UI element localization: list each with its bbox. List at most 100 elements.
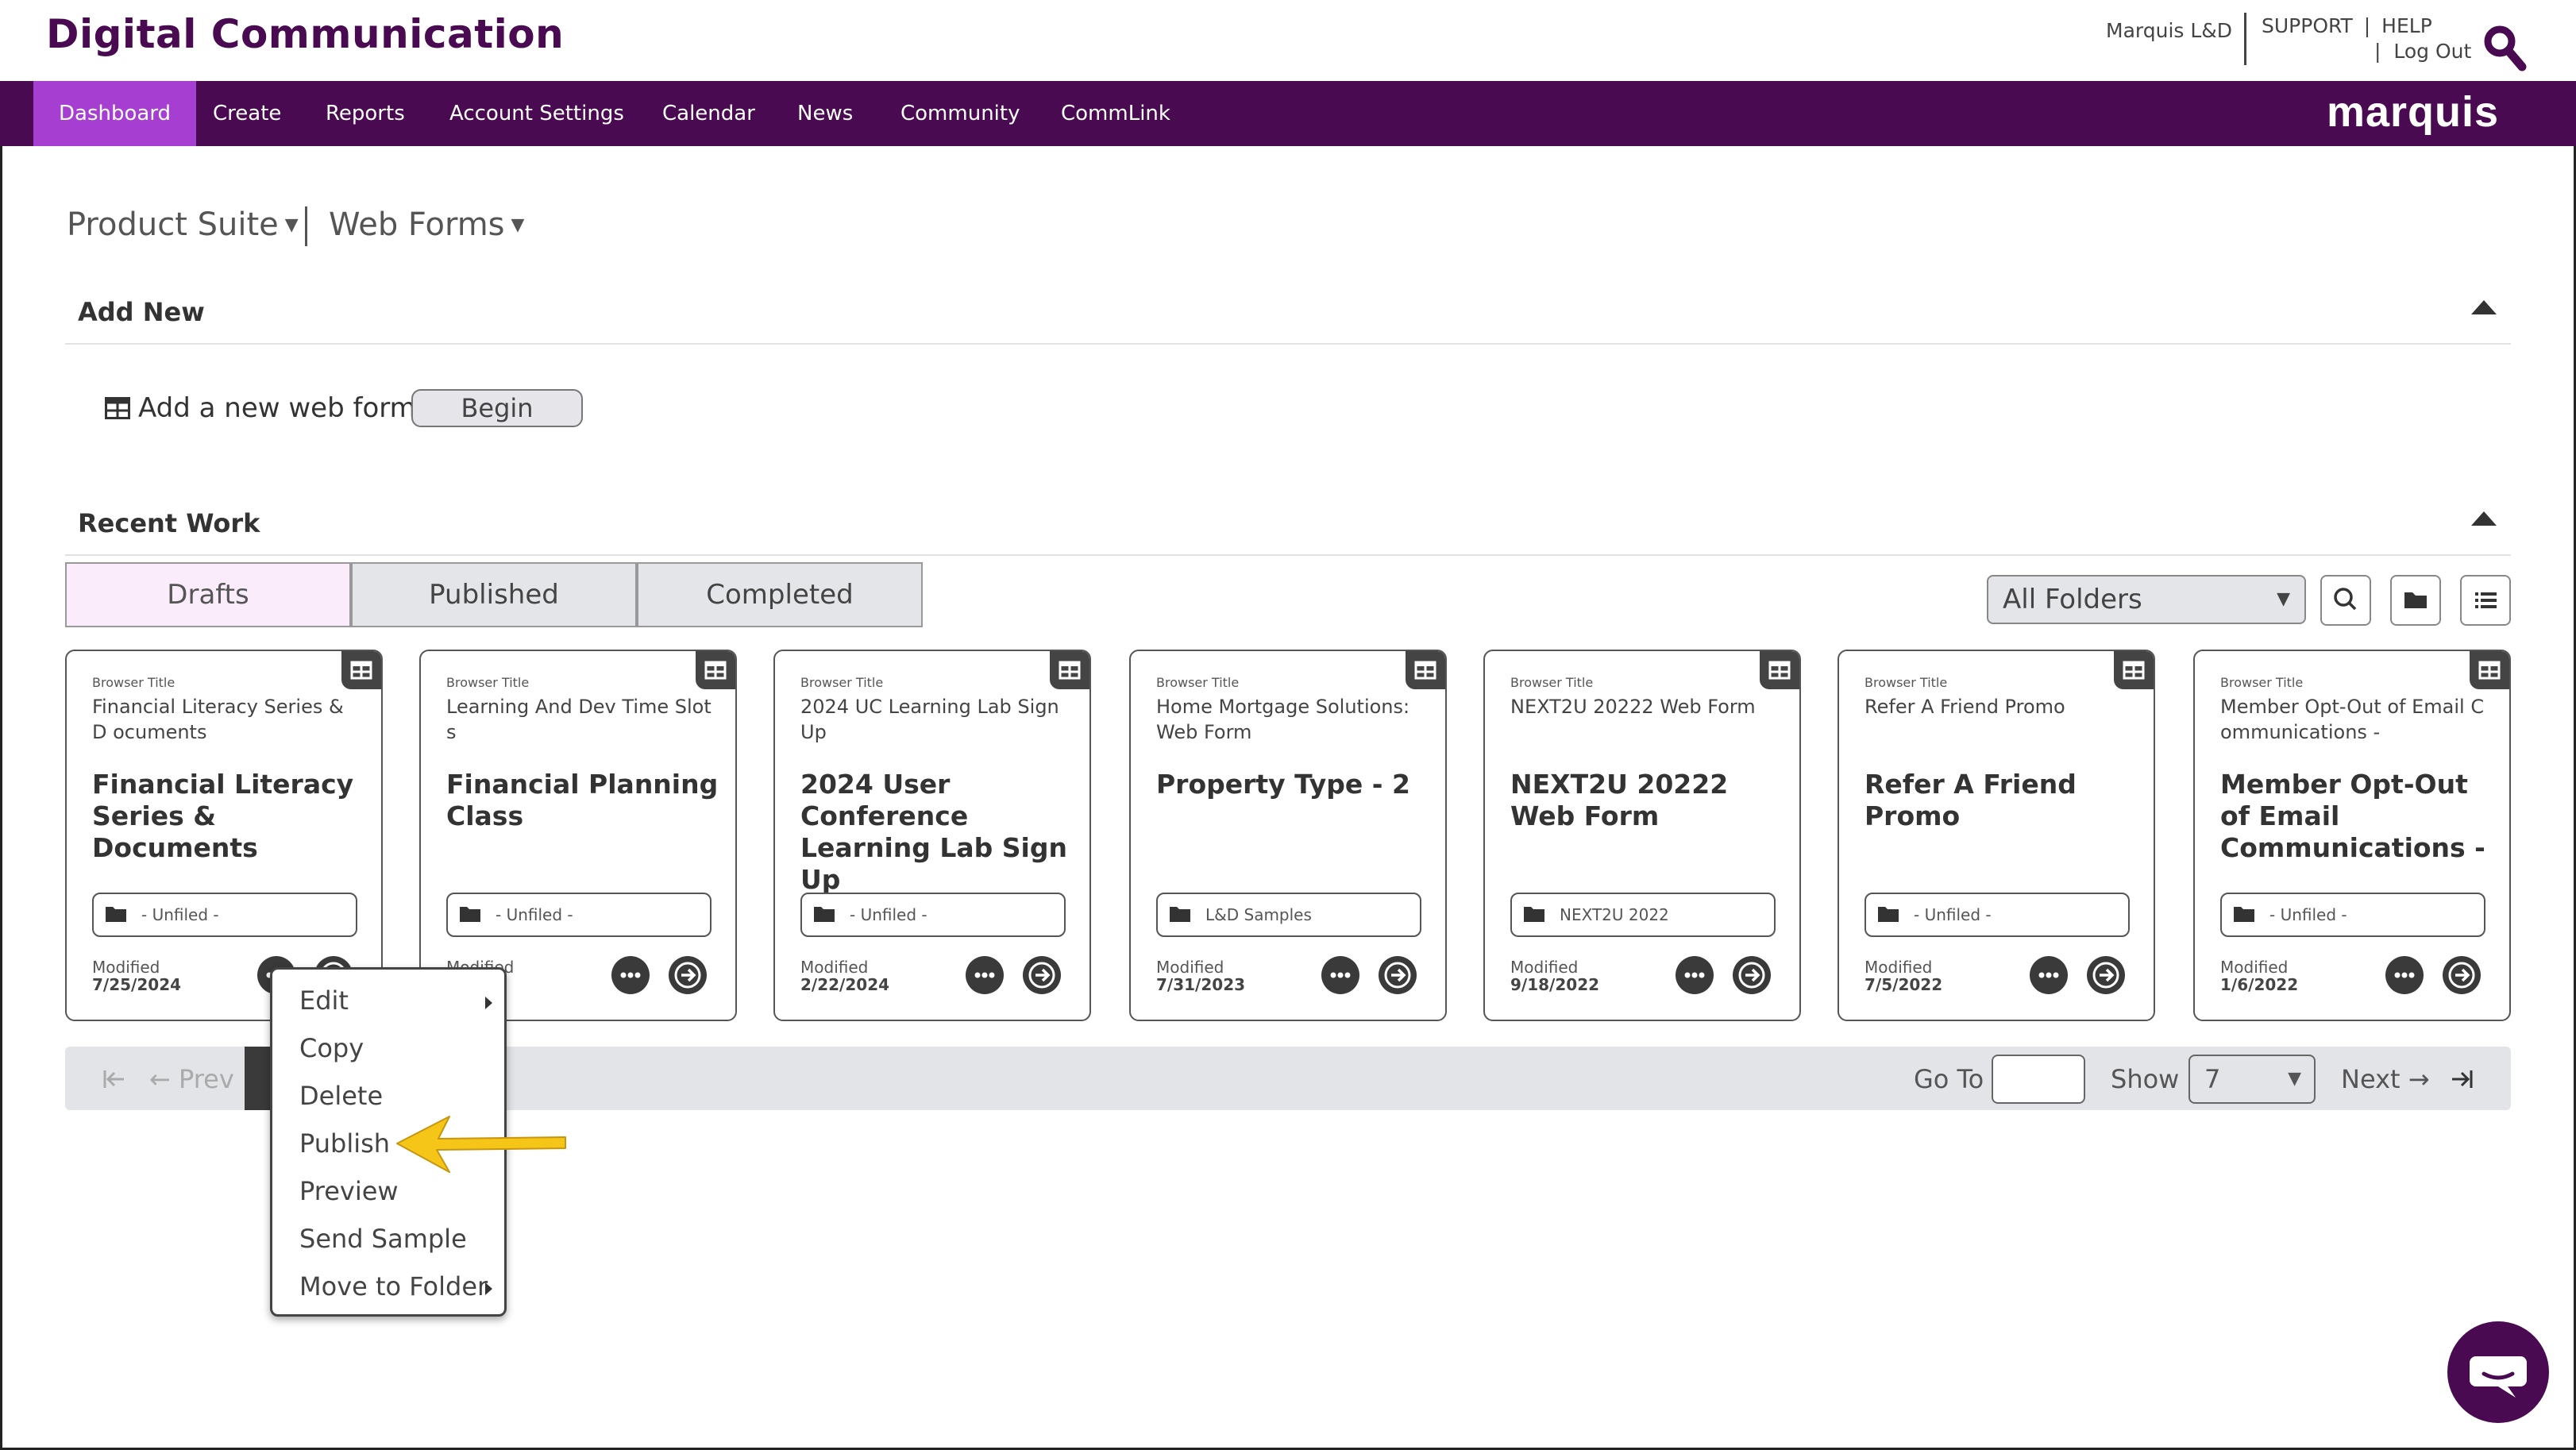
page-size-select[interactable]: 7 ▼ bbox=[2188, 1055, 2316, 1104]
menu-item-move-to-folder[interactable]: Move to Folder bbox=[299, 1271, 488, 1302]
main-nav: Dashboard Create Reports Account Setting… bbox=[0, 81, 2576, 146]
form-name: Member Opt-Out of Email Communications - bbox=[2220, 769, 2485, 863]
nav-reports[interactable]: Reports bbox=[300, 81, 430, 146]
last-page-icon[interactable] bbox=[2447, 1066, 2476, 1093]
menu-item-preview[interactable]: Preview bbox=[299, 1176, 399, 1206]
support-link[interactable]: SUPPORT bbox=[2262, 14, 2353, 37]
ellipsis-icon bbox=[2038, 972, 2059, 978]
nav-account-settings[interactable]: Account Settings bbox=[424, 81, 650, 146]
folder-filter-select[interactable]: All Folders ▼ bbox=[1987, 575, 2306, 624]
folder-icon bbox=[1878, 907, 1899, 922]
menu-item-delete[interactable]: Delete bbox=[299, 1081, 383, 1111]
open-form-button[interactable] bbox=[2087, 956, 2125, 994]
menu-item-send-sample[interactable]: Send Sample bbox=[299, 1224, 467, 1254]
arrow-right-icon bbox=[1738, 962, 1765, 989]
more-options-button[interactable] bbox=[966, 956, 1004, 994]
form-card[interactable]: Browser Title Financial Literacy Series … bbox=[65, 650, 383, 1021]
app-header: Digital Communication Marquis L&D SUPPOR… bbox=[0, 0, 2576, 81]
more-options-button[interactable] bbox=[1321, 956, 1359, 994]
prev-page-link[interactable]: ← Prev bbox=[149, 1064, 234, 1094]
prev-label: Prev bbox=[178, 1064, 234, 1094]
modified-label: Modified bbox=[92, 958, 160, 977]
logout-link[interactable]: Log Out bbox=[2393, 40, 2471, 63]
nav-news[interactable]: News bbox=[772, 81, 878, 146]
more-options-button[interactable] bbox=[2385, 956, 2424, 994]
form-card[interactable]: Browser Title Home Mortgage Solutions: W… bbox=[1129, 650, 1447, 1021]
tab-drafts[interactable]: Drafts bbox=[65, 562, 351, 627]
search-icon[interactable] bbox=[2482, 24, 2527, 71]
tab-published[interactable]: Published bbox=[351, 562, 637, 627]
browser-title-label: Browser Title bbox=[92, 675, 175, 690]
form-card[interactable]: Browser Title Member Opt-Out of Email C … bbox=[2193, 650, 2511, 1021]
menu-item-publish[interactable]: Publish bbox=[299, 1128, 390, 1159]
open-form-button[interactable] bbox=[1023, 956, 1061, 994]
chat-bubble-icon bbox=[2470, 1356, 2527, 1398]
browser-title: Refer A Friend Promo bbox=[1865, 696, 2065, 718]
collapse-up-icon[interactable] bbox=[2471, 300, 2497, 314]
ellipsis-icon bbox=[2394, 972, 2415, 978]
nav-create[interactable]: Create bbox=[187, 81, 307, 146]
open-form-button[interactable] bbox=[1379, 956, 1417, 994]
caret-down-icon: ▼ bbox=[2277, 589, 2290, 609]
form-card[interactable]: Browser Title NEXT2U 20222 Web Form NEXT… bbox=[1483, 650, 1801, 1021]
callout-arrow-icon bbox=[396, 1116, 566, 1173]
folder-tag[interactable]: L&D Samples bbox=[1156, 893, 1421, 937]
folder-tag[interactable]: - Unfiled - bbox=[800, 893, 1066, 937]
goto-page-input[interactable] bbox=[1992, 1055, 2085, 1104]
breadcrumb-divider bbox=[305, 206, 307, 246]
table-icon bbox=[1406, 651, 1445, 689]
open-form-button[interactable] bbox=[2443, 956, 2481, 994]
help-link[interactable]: HELP bbox=[2381, 14, 2432, 37]
chat-button[interactable] bbox=[2447, 1321, 2549, 1423]
caret-down-icon: ▼ bbox=[511, 215, 525, 235]
browser-title-label: Browser Title bbox=[1156, 675, 1240, 690]
tab-completed[interactable]: Completed bbox=[637, 562, 923, 627]
add-web-form-row: Add a new web form bbox=[105, 392, 416, 424]
modified-label: Modified bbox=[1156, 958, 1224, 977]
nav-dashboard[interactable]: Dashboard bbox=[33, 81, 197, 146]
nav-community[interactable]: Community bbox=[875, 81, 1045, 146]
menu-item-copy[interactable]: Copy bbox=[299, 1033, 364, 1063]
folder-icon bbox=[814, 907, 835, 922]
user-name[interactable]: Marquis L&D bbox=[2106, 19, 2232, 42]
next-page-link[interactable]: Next → bbox=[2341, 1064, 2430, 1094]
first-page-icon[interactable] bbox=[100, 1066, 129, 1093]
nav-calendar[interactable]: Calendar bbox=[637, 81, 781, 146]
folder-tag[interactable]: - Unfiled - bbox=[92, 893, 357, 937]
header-divider bbox=[2244, 13, 2246, 65]
product-suite-dropdown[interactable]: Product Suite ▼ bbox=[67, 206, 299, 243]
folder-icon bbox=[2234, 907, 2254, 922]
arrow-right-icon bbox=[2448, 962, 2475, 989]
table-icon bbox=[2470, 651, 2509, 689]
more-options-button[interactable] bbox=[2030, 956, 2068, 994]
more-options-button[interactable] bbox=[611, 956, 650, 994]
form-card[interactable]: Browser Title Refer A Friend Promo Refer… bbox=[1838, 650, 2155, 1021]
folder-tag[interactable]: NEXT2U 2022 bbox=[1510, 893, 1776, 937]
search-button[interactable] bbox=[2320, 575, 2371, 626]
web-forms-dropdown[interactable]: Web Forms ▼ bbox=[329, 206, 524, 243]
form-name: Refer A Friend Promo bbox=[1865, 769, 2077, 831]
more-options-button[interactable] bbox=[1676, 956, 1714, 994]
list-view-button[interactable] bbox=[2460, 575, 2511, 626]
browser-title-label: Browser Title bbox=[2220, 675, 2304, 690]
modified-date: 2/22/2024 bbox=[800, 975, 890, 994]
open-form-button[interactable] bbox=[669, 956, 707, 994]
caret-down-icon: ▼ bbox=[2288, 1069, 2301, 1089]
begin-button[interactable]: Begin bbox=[411, 389, 583, 427]
page-size-value: 7 bbox=[2204, 1064, 2221, 1094]
folder-tag[interactable]: - Unfiled - bbox=[2220, 893, 2485, 937]
folder-name: - Unfiled - bbox=[496, 905, 573, 924]
folder-filter-value: All Folders bbox=[2003, 584, 2142, 615]
section-divider bbox=[65, 554, 2511, 556]
form-card[interactable]: Browser Title 2024 UC Learning Lab Sign … bbox=[773, 650, 1091, 1021]
show-label: Show bbox=[2111, 1064, 2180, 1094]
folder-icon bbox=[1524, 907, 1544, 922]
collapse-up-icon[interactable] bbox=[2471, 511, 2497, 526]
menu-item-edit[interactable]: Edit bbox=[299, 985, 349, 1016]
folder-tag[interactable]: - Unfiled - bbox=[446, 893, 711, 937]
folder-tag[interactable]: - Unfiled - bbox=[1865, 893, 2130, 937]
form-card[interactable]: Browser Title Learning And Dev Time Slot… bbox=[419, 650, 737, 1021]
nav-commlink[interactable]: CommLink bbox=[1035, 81, 1196, 146]
open-form-button[interactable] bbox=[1733, 956, 1771, 994]
folder-view-button[interactable] bbox=[2390, 575, 2441, 626]
